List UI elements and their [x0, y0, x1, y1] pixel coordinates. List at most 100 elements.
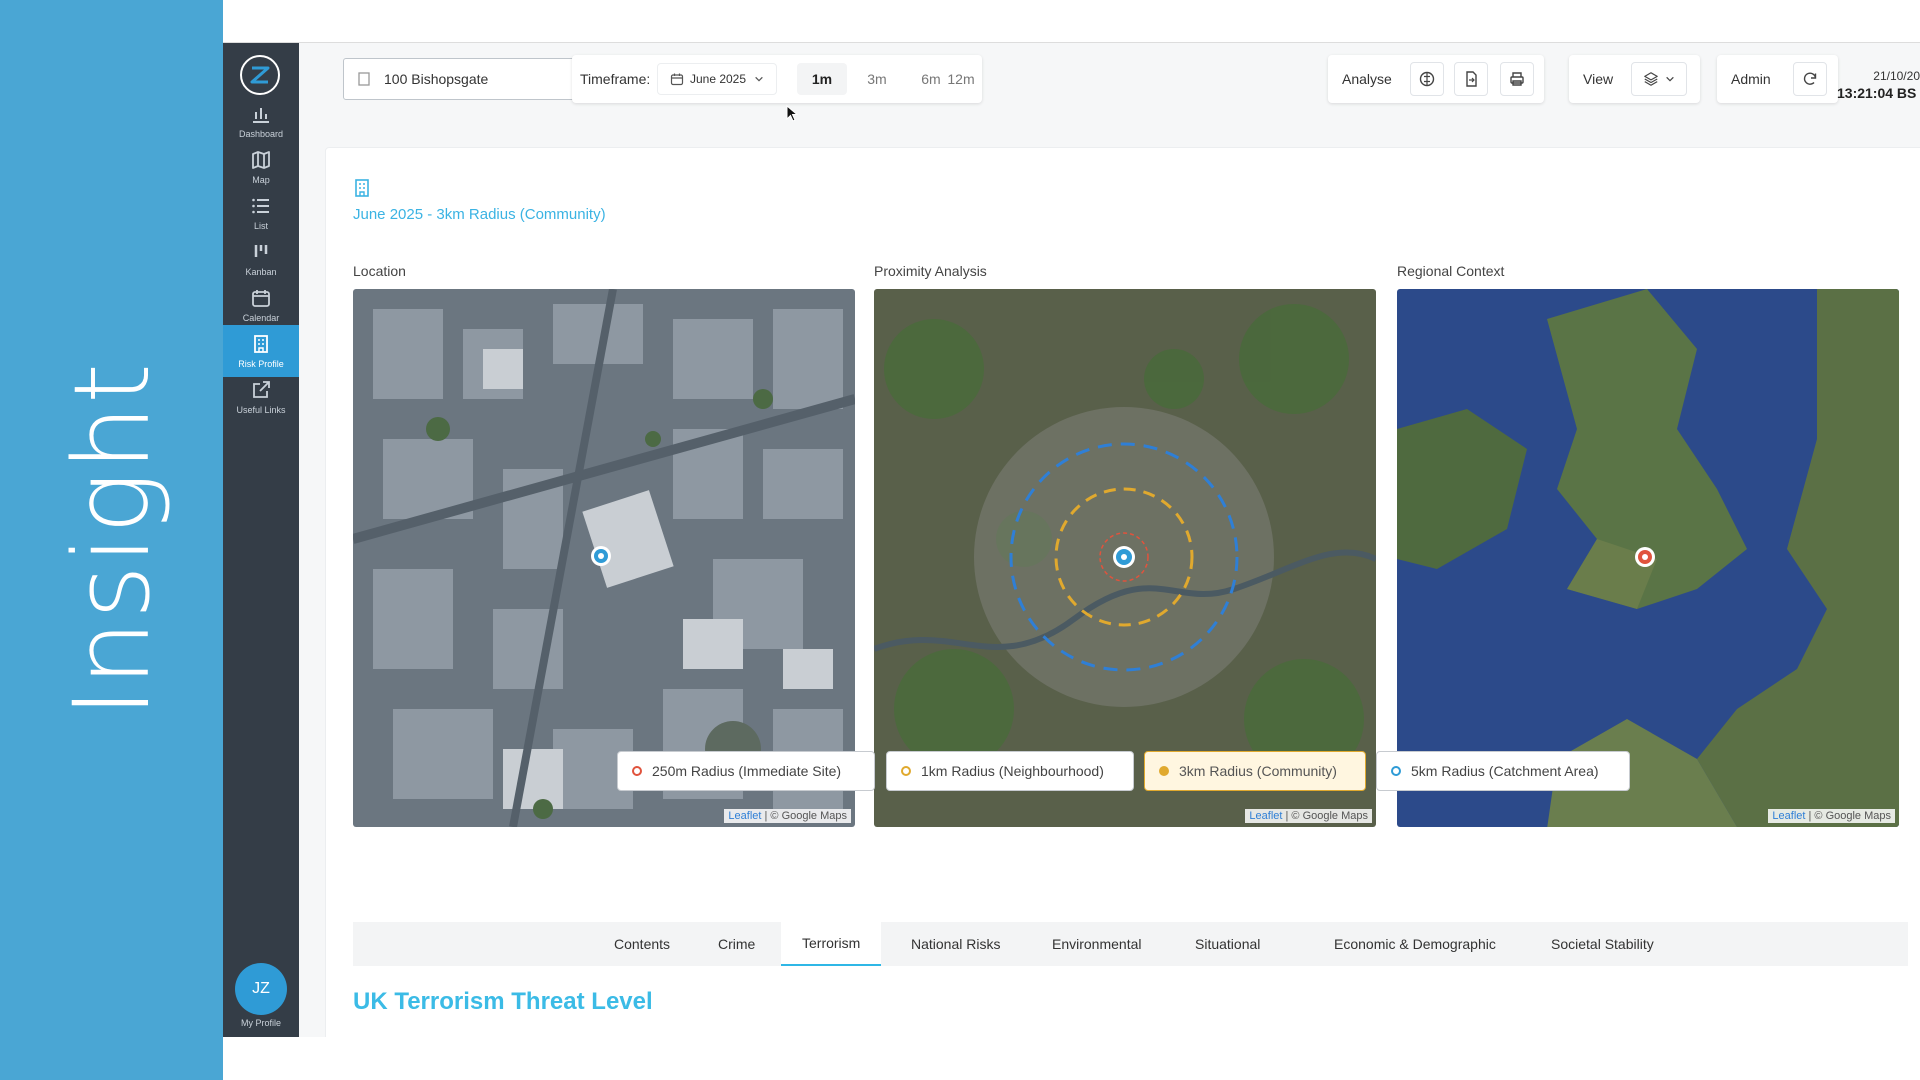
- radius-5km-button[interactable]: 5km Radius (Catchment Area): [1376, 751, 1630, 791]
- calendar-icon: [670, 73, 684, 86]
- regional-map[interactable]: Leaflet | © Google Maps: [1397, 289, 1899, 827]
- nav-item-dashboard[interactable]: Dashboard: [223, 95, 299, 147]
- nav-item-label: Kanban: [245, 267, 277, 277]
- google-attribution: | © Google Maps: [764, 810, 848, 822]
- tab-situational[interactable]: Situational: [1195, 922, 1260, 966]
- radius-label: 250m Radius (Immediate Site): [652, 763, 842, 779]
- risk-profile-report: June 2025 - 3km Radius (Community) Locat…: [325, 147, 1920, 1037]
- tab-contents[interactable]: Contents: [614, 922, 670, 966]
- radius-label: 1km Radius (Neighbourhood): [921, 763, 1104, 779]
- section-tabs: Contents Crime Terrorism National Risks …: [353, 922, 1908, 966]
- range-3m[interactable]: 3m: [855, 63, 899, 95]
- nav-item-label: List: [253, 221, 268, 231]
- nav-item-map[interactable]: Map: [223, 141, 299, 193]
- nav-rail: Dashboard Map List Kanban Calendar Risk …: [223, 43, 299, 1037]
- bar-chart-icon: [253, 108, 269, 123]
- mouse-cursor-icon: [786, 105, 798, 122]
- month-picker-value: June 2025: [689, 72, 747, 86]
- refresh-button[interactable]: [1793, 62, 1827, 96]
- admin-label: Admin: [1731, 71, 1771, 87]
- tab-societal-stability[interactable]: Societal Stability: [1551, 922, 1654, 966]
- location-map[interactable]: Leaflet | © Google Maps: [353, 289, 855, 827]
- nav-item-label: Map: [252, 175, 270, 185]
- leaflet-link[interactable]: Leaflet: [1772, 810, 1805, 822]
- app-logo-icon[interactable]: [238, 53, 282, 97]
- range-12m[interactable]: 12m: [939, 63, 983, 95]
- building-icon: [358, 72, 370, 86]
- panel-title-location: Location: [353, 263, 406, 279]
- tab-crime[interactable]: Crime: [718, 922, 755, 966]
- radius-dot-icon: [632, 766, 642, 776]
- view-card: View: [1569, 55, 1700, 103]
- nav-item-calendar[interactable]: Calendar: [223, 279, 299, 331]
- export-button[interactable]: [1454, 62, 1488, 96]
- leaflet-link[interactable]: Leaflet: [1249, 810, 1282, 822]
- nav-item-list[interactable]: List: [223, 187, 299, 239]
- radius-dot-icon: [1159, 766, 1169, 776]
- chevron-down-icon: [1666, 76, 1674, 82]
- radius-label: 5km Radius (Catchment Area): [1411, 763, 1599, 779]
- tab-terrorism[interactable]: Terrorism: [781, 922, 882, 966]
- location-satellite-image: [353, 289, 855, 827]
- panel-title-proximity: Proximity Analysis: [874, 263, 987, 279]
- analyse-button[interactable]: [1410, 62, 1444, 96]
- app-window: Dashboard Map List Kanban Calendar Risk …: [223, 42, 1920, 1037]
- google-attribution: | © Google Maps: [1285, 810, 1369, 822]
- radius-label: 3km Radius (Community): [1179, 763, 1337, 779]
- clock-time: 13:21:04 BS: [1837, 85, 1917, 101]
- map-icon: [252, 151, 270, 169]
- brain-icon: [1419, 71, 1435, 87]
- list-icon: [252, 198, 269, 214]
- map-attribution: Leaflet | © Google Maps: [724, 809, 851, 823]
- timeframe-card: Timeframe: June 2025 1m 3m 6m: [572, 55, 982, 103]
- tab-environmental[interactable]: Environmental: [1052, 922, 1142, 966]
- map-attribution: Leaflet | © Google Maps: [1768, 809, 1895, 823]
- map-attribution: Leaflet | © Google Maps: [1245, 809, 1372, 823]
- avatar[interactable]: JZ: [235, 963, 287, 1015]
- view-layers-dropdown[interactable]: [1631, 62, 1687, 96]
- site-select-value: 100 Bishopsgate: [384, 71, 489, 87]
- google-attribution: | © Google Maps: [1808, 810, 1892, 822]
- report-subtitle: June 2025 - 3km Radius (Community): [353, 206, 606, 223]
- range-1m[interactable]: 1m: [797, 63, 847, 95]
- tab-national-risks[interactable]: National Risks: [911, 922, 1000, 966]
- external-link-icon: [253, 381, 270, 398]
- nav-item-useful-links[interactable]: Useful Links: [223, 371, 299, 423]
- proximity-map[interactable]: Leaflet | © Google Maps: [874, 289, 1376, 827]
- timeframe-label: Timeframe:: [580, 71, 651, 87]
- tab-economic-demographic[interactable]: Economic & Demographic: [1334, 922, 1496, 966]
- nav-item-label: Risk Profile: [238, 359, 284, 369]
- nav-item-label: Dashboard: [238, 129, 284, 139]
- building-icon: [355, 179, 369, 197]
- admin-card: Admin: [1717, 55, 1838, 103]
- brand-wordmark: Insight: [51, 362, 173, 718]
- kanban-icon: [254, 245, 268, 257]
- brand-panel: Insight: [0, 0, 223, 1080]
- radius-1km-button[interactable]: 1km Radius (Neighbourhood): [886, 751, 1134, 791]
- chevron-down-icon: [755, 76, 763, 82]
- refresh-icon: [1803, 72, 1817, 85]
- panel-title-regional: Regional Context: [1397, 263, 1505, 279]
- analyse-label: Analyse: [1342, 71, 1392, 87]
- nav-item-risk-profile[interactable]: Risk Profile: [223, 325, 299, 377]
- toolbar: 100 Bishopsgate Timeframe: June 2025 1m …: [299, 43, 1920, 123]
- proximity-satellite-image: [874, 289, 1376, 827]
- layers-icon: [1644, 72, 1658, 86]
- site-select[interactable]: 100 Bishopsgate: [343, 58, 601, 100]
- radius-250m-button[interactable]: 250m Radius (Immediate Site): [617, 751, 875, 791]
- month-picker[interactable]: June 2025: [657, 63, 777, 95]
- nav-item-label: Calendar: [242, 313, 280, 323]
- leaflet-link[interactable]: Leaflet: [728, 810, 761, 822]
- radius-3km-button[interactable]: 3km Radius (Community): [1144, 751, 1366, 791]
- section-heading: UK Terrorism Threat Level: [353, 988, 653, 1015]
- building-icon: [254, 335, 268, 353]
- view-label: View: [1583, 71, 1614, 87]
- regional-satellite-image: [1397, 289, 1899, 827]
- radius-dot-icon: [901, 766, 911, 776]
- printer-icon: [1510, 72, 1524, 86]
- print-button[interactable]: [1500, 62, 1534, 96]
- clock-date: 21/10/20: [1873, 69, 1920, 83]
- nav-item-kanban[interactable]: Kanban: [223, 233, 299, 285]
- calendar-icon: [252, 290, 270, 307]
- my-profile-label[interactable]: My Profile: [223, 1018, 299, 1028]
